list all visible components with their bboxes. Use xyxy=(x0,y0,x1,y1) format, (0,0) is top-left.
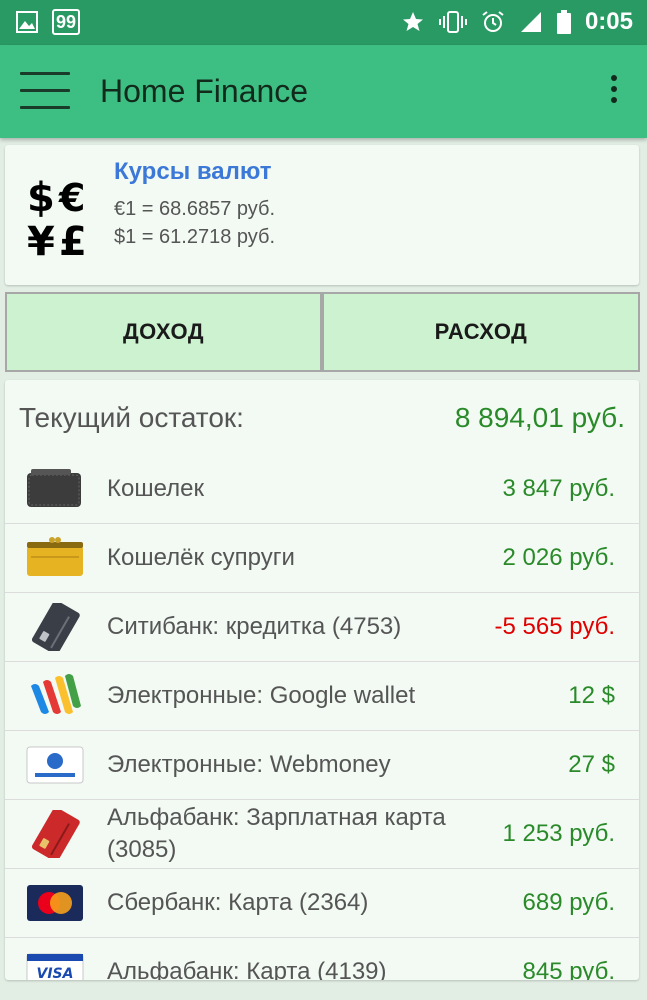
svg-text:€: € xyxy=(58,176,85,220)
account-amount: 27 $ xyxy=(568,751,615,778)
google-wallet-icon xyxy=(31,674,81,714)
svg-text:¥: ¥ xyxy=(27,219,55,261)
account-name: Электронные: Webmoney xyxy=(107,751,391,778)
notification-count-badge: 99 xyxy=(52,9,81,35)
clock: 0:05 xyxy=(584,8,633,35)
currency-rates-card[interactable]: $ € ¥ £ Курсы валют €1 = 68.6857 руб. $1… xyxy=(5,145,639,285)
accounts-list: Кошелек 3 847 руб. Кошелёк супруги 2 026… xyxy=(5,455,639,980)
balance-label: Текущий остаток: xyxy=(19,402,244,433)
balance-value: 8 894,01 руб. xyxy=(454,402,625,433)
wallet-icon xyxy=(27,469,81,507)
expense-button[interactable]: РАСХОД xyxy=(322,292,640,372)
account-row-google-wallet[interactable]: Электронные: Google wallet 12 $ xyxy=(5,662,639,731)
app-bar: Home Finance xyxy=(0,45,647,138)
credit-card-icon xyxy=(31,603,80,651)
account-name: Ситибанк: кредитка (4753) xyxy=(107,613,402,640)
account-amount: 3 847 руб. xyxy=(502,475,616,502)
account-name: Альфабанк: Зарплатная карта (3085) xyxy=(107,804,446,863)
account-name: Кошелёк супруги xyxy=(107,544,295,571)
account-name: Сбербанк: Карта (2364) xyxy=(107,889,369,916)
account-row-wallet[interactable]: Кошелек 3 847 руб. xyxy=(5,455,639,524)
account-row-webmoney[interactable]: Электронные: Webmoney 27 $ xyxy=(5,731,639,800)
account-name: Альфабанк: Карта (4139) xyxy=(107,958,387,980)
account-row-alfabank-card[interactable]: VISA Альфабанк: Карта (4139) 845 руб. xyxy=(5,938,639,980)
account-row-citibank-credit[interactable]: Ситибанк: кредитка (4753) -5 565 руб. xyxy=(5,593,639,662)
rates-title: Курсы валют xyxy=(114,158,272,185)
currency-symbols-icon: $ € ¥ £ xyxy=(27,175,87,261)
alarm-icon xyxy=(482,11,504,32)
account-name: Электронные: Google wallet xyxy=(107,682,416,709)
svg-text:£: £ xyxy=(59,219,87,261)
red-card-icon xyxy=(31,810,80,858)
income-button[interactable]: ДОХОД xyxy=(5,292,322,372)
svg-text:$: $ xyxy=(27,175,55,221)
account-row-spouse-purse[interactable]: Кошелёк супруги 2 026 руб. xyxy=(5,524,639,593)
dollar-rate: $1 = 61.2718 руб. xyxy=(114,226,276,248)
overflow-menu-icon[interactable] xyxy=(609,75,619,107)
app-title: Home Finance xyxy=(100,73,309,109)
status-bar: 99 0:05 xyxy=(0,0,647,45)
account-row-alfabank-salary[interactable]: Альфабанк: Зарплатная карта (3085) 1 253… xyxy=(5,800,639,869)
account-amount: 1 253 руб. xyxy=(502,820,616,847)
star-icon xyxy=(402,12,423,31)
accounts-card: Текущий остаток: 8 894,01 руб. Кошелек 3… xyxy=(5,380,639,980)
account-row-sberbank[interactable]: Сбербанк: Карта (2364) 689 руб. xyxy=(5,869,639,938)
mastercard-icon xyxy=(27,885,83,921)
visa-icon: VISA xyxy=(26,953,84,980)
account-amount: 2 026 руб. xyxy=(502,544,616,571)
purse-icon xyxy=(27,537,83,576)
account-amount: 845 руб. xyxy=(522,958,615,980)
hamburger-menu-icon[interactable] xyxy=(20,72,70,112)
euro-rate: €1 = 68.6857 руб. xyxy=(114,198,276,220)
account-name: Кошелек xyxy=(107,475,204,502)
account-amount: 689 руб. xyxy=(522,889,615,916)
signal-icon xyxy=(520,12,541,32)
svg-text:VISA: VISA xyxy=(37,966,74,980)
battery-icon xyxy=(556,10,571,34)
account-amount: 12 $ xyxy=(568,682,615,709)
image-notification-icon xyxy=(16,11,38,33)
webmoney-icon xyxy=(26,746,84,784)
account-amount: -5 565 руб. xyxy=(494,613,615,640)
vibrate-icon xyxy=(438,11,467,33)
